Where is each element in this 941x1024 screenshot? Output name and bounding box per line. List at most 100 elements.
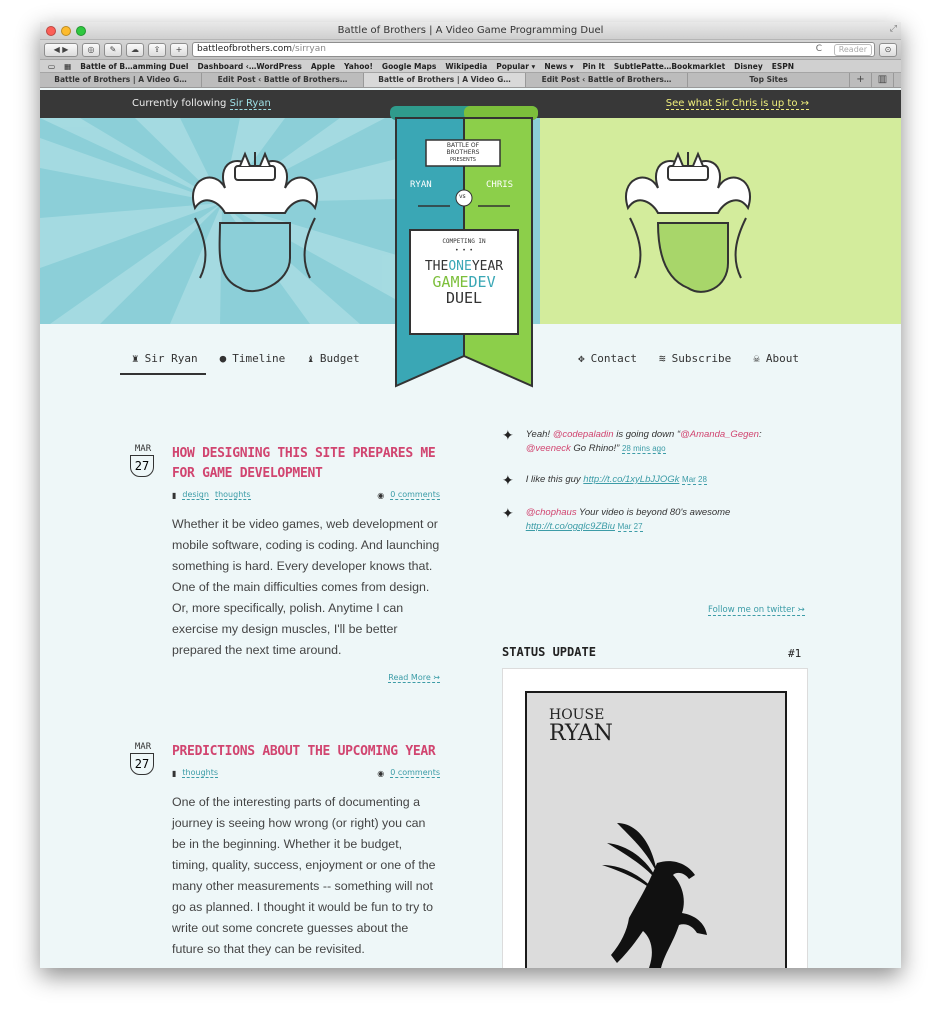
twitter-bird-icon: ✦ [502,428,514,444]
active-nav-arrow [120,373,206,375]
see-chris-link[interactable]: See what Sir Chris is up to ↣ [665,98,809,110]
url-path: /sirryan [291,44,326,54]
mention-link[interactable]: @veeneck [526,443,571,454]
comments-link[interactable]: 0 comments [390,490,440,500]
bookmark-item[interactable]: Apple [311,62,335,71]
castle-icon: ♜ [132,352,139,365]
tab-bar: Battle of Brothers | A Video G… Edit Pos… [40,73,901,88]
hero-right-panel [540,118,901,324]
mention-link[interactable]: @codepaladin [553,429,614,440]
bookmark-item[interactable]: Google Maps [382,62,436,71]
duel-banner: BATTLE OF BROTHERS PRESENTS RYAN vs CHRI… [390,106,538,396]
history-icon[interactable]: ◎ [82,42,100,57]
wrench-icon[interactable]: ✎ [104,42,122,57]
share-icon[interactable]: ⇪ [148,42,166,57]
tag-link[interactable]: thoughts [214,490,251,500]
post-date: MAR 27 [130,444,156,477]
tag-link[interactable]: thoughts [182,768,219,778]
read-more-link[interactable]: Read More ↣ [130,673,440,683]
following-link[interactable]: Sir Ryan [229,98,271,110]
brand-logo: BATTLE OF BROTHERS PRESENTS [446,142,480,163]
tag-link[interactable]: design [182,490,209,500]
bookmark-item[interactable]: News ▾ [544,62,573,71]
main-nav-left: ♜ Sir Ryan ● Timeline ♝ Budget [132,352,360,365]
mention-link[interactable]: @chophaus [526,507,577,518]
bookmark-item[interactable]: SubtlePatte…Bookmarklet [614,62,725,71]
house-ryan-poster: HOUSE RYAN [525,691,787,968]
window-title: Battle of Brothers | A Video Game Progra… [337,25,604,36]
rss-icon: ≋ [658,352,666,365]
bookmark-item[interactable]: Dashboard ‹…WordPress [197,62,301,71]
post-excerpt: One of the interesting parts of document… [172,795,436,956]
post-meta: ▮ thoughts ◉ 0 comments [172,766,440,780]
game-controller-icon: ✥ [578,352,585,365]
tweet-time[interactable]: Mar 28 [682,475,707,485]
back-forward-buttons[interactable]: ◀ ▶ [44,42,78,57]
comments-link[interactable]: 0 comments [390,768,440,778]
vs-label: vs [459,193,466,200]
zoom-window-button[interactable] [76,26,86,36]
blog-post: MAR 27 How designing this site prepares … [130,444,440,683]
bomb-icon: ● [219,352,227,365]
twitter-bird-icon: ✦ [502,473,514,489]
nav-sir-ryan[interactable]: ♜ Sir Ryan [132,352,198,365]
nav-about[interactable]: ☠ About [753,352,799,365]
address-bar[interactable]: battleofbrothers.com/sirryan C Reader [192,42,875,57]
ryan-label: RYAN [410,180,432,190]
top-sites-icon[interactable]: ▦ [64,62,71,71]
cloud-icon[interactable]: ☁ [126,42,144,57]
post-date: MAR 27 [130,742,156,775]
tab[interactable]: Top Sites [688,73,850,87]
bookmark-icon: ▮ [172,768,177,778]
main-nav-right: ✥ Contact ≋ Subscribe ☠ About [578,352,799,365]
mention-link[interactable]: @Amanda_Gegen [680,429,759,440]
tab[interactable]: Edit Post ‹ Battle of Brothers… [526,73,688,87]
tweet-link[interactable]: http://t.co/1xyLbJJOGk [583,474,679,485]
title-bar: Battle of Brothers | A Video Game Progra… [40,22,901,40]
post-title[interactable]: How designing this site prepares me for … [172,444,440,484]
chris-label: CHRIS [486,180,514,190]
minimize-window-button[interactable] [61,26,71,36]
twitter-bird-icon: ✦ [502,506,514,522]
new-tab-button[interactable]: + [170,42,188,57]
post-title[interactable]: Predictions about the upcoming year [172,742,440,762]
bookmark-item[interactable]: ESPN [772,62,794,71]
close-window-button[interactable] [46,26,56,36]
skull-icon: ☠ [753,352,760,365]
ryan-crest-icon [192,151,318,293]
download-icon[interactable]: ⊙ [879,42,897,57]
tweet-time[interactable]: Mar 27 [617,522,643,532]
tweet: ✦ I like this guy http://t.co/1xyLbJJOGk… [502,473,707,489]
reload-icon[interactable]: C [816,43,822,56]
browser-window: Battle of Brothers | A Video Game Progra… [40,22,901,968]
tweet: ✦ @chophaus Your video is beyond 80's aw… [502,506,731,532]
game-title-sign: COMPETING IN • • • THEONEYEAR GAMEDEV DU… [424,238,504,307]
fullscreen-icon[interactable]: ⤢ [890,24,897,34]
tab[interactable]: Battle of Brothers | A Video G… [40,73,202,87]
bookmark-item[interactable]: Pin It [582,62,604,71]
comment-icon: ◉ [377,490,385,500]
reading-list-icon[interactable]: ▭ [48,62,55,71]
bookmark-item[interactable]: Yahoo! [344,62,373,71]
bookmark-item[interactable]: Disney [734,62,763,71]
bookmark-item[interactable]: Battle of B…amming Duel [80,62,188,71]
reader-button[interactable]: Reader [833,44,872,56]
nav-subscribe[interactable]: ≋ Subscribe [659,352,731,365]
tab-overview-icon[interactable]: ▥ [872,73,894,87]
tab[interactable]: Edit Post ‹ Battle of Brothers… [202,73,364,87]
chris-crest-icon [625,151,751,293]
window-controls [46,26,86,36]
nav-contact[interactable]: ✥ Contact [578,352,637,365]
tweet-time[interactable]: 28 mins ago [621,444,666,454]
tweet-link[interactable]: http://t.co/ogqlc9ZBiu [526,521,615,532]
tab-active[interactable]: Battle of Brothers | A Video G… [364,73,526,87]
bookmark-item[interactable]: Wikipedia [445,62,487,71]
follow-twitter-link[interactable]: Follow me on twitter ↣ [708,605,805,616]
status-number: #1 [788,647,802,660]
twitter-feed: ✦ Yeah! @codepaladin is going down “@Ama… [502,428,808,551]
nav-timeline[interactable]: ● Timeline [220,352,286,365]
money-bag-icon: ♝ [307,352,314,365]
bookmark-item[interactable]: Popular ▾ [496,62,535,71]
nav-budget[interactable]: ♝ Budget [307,352,359,365]
add-tab-button[interactable]: + [850,73,872,87]
